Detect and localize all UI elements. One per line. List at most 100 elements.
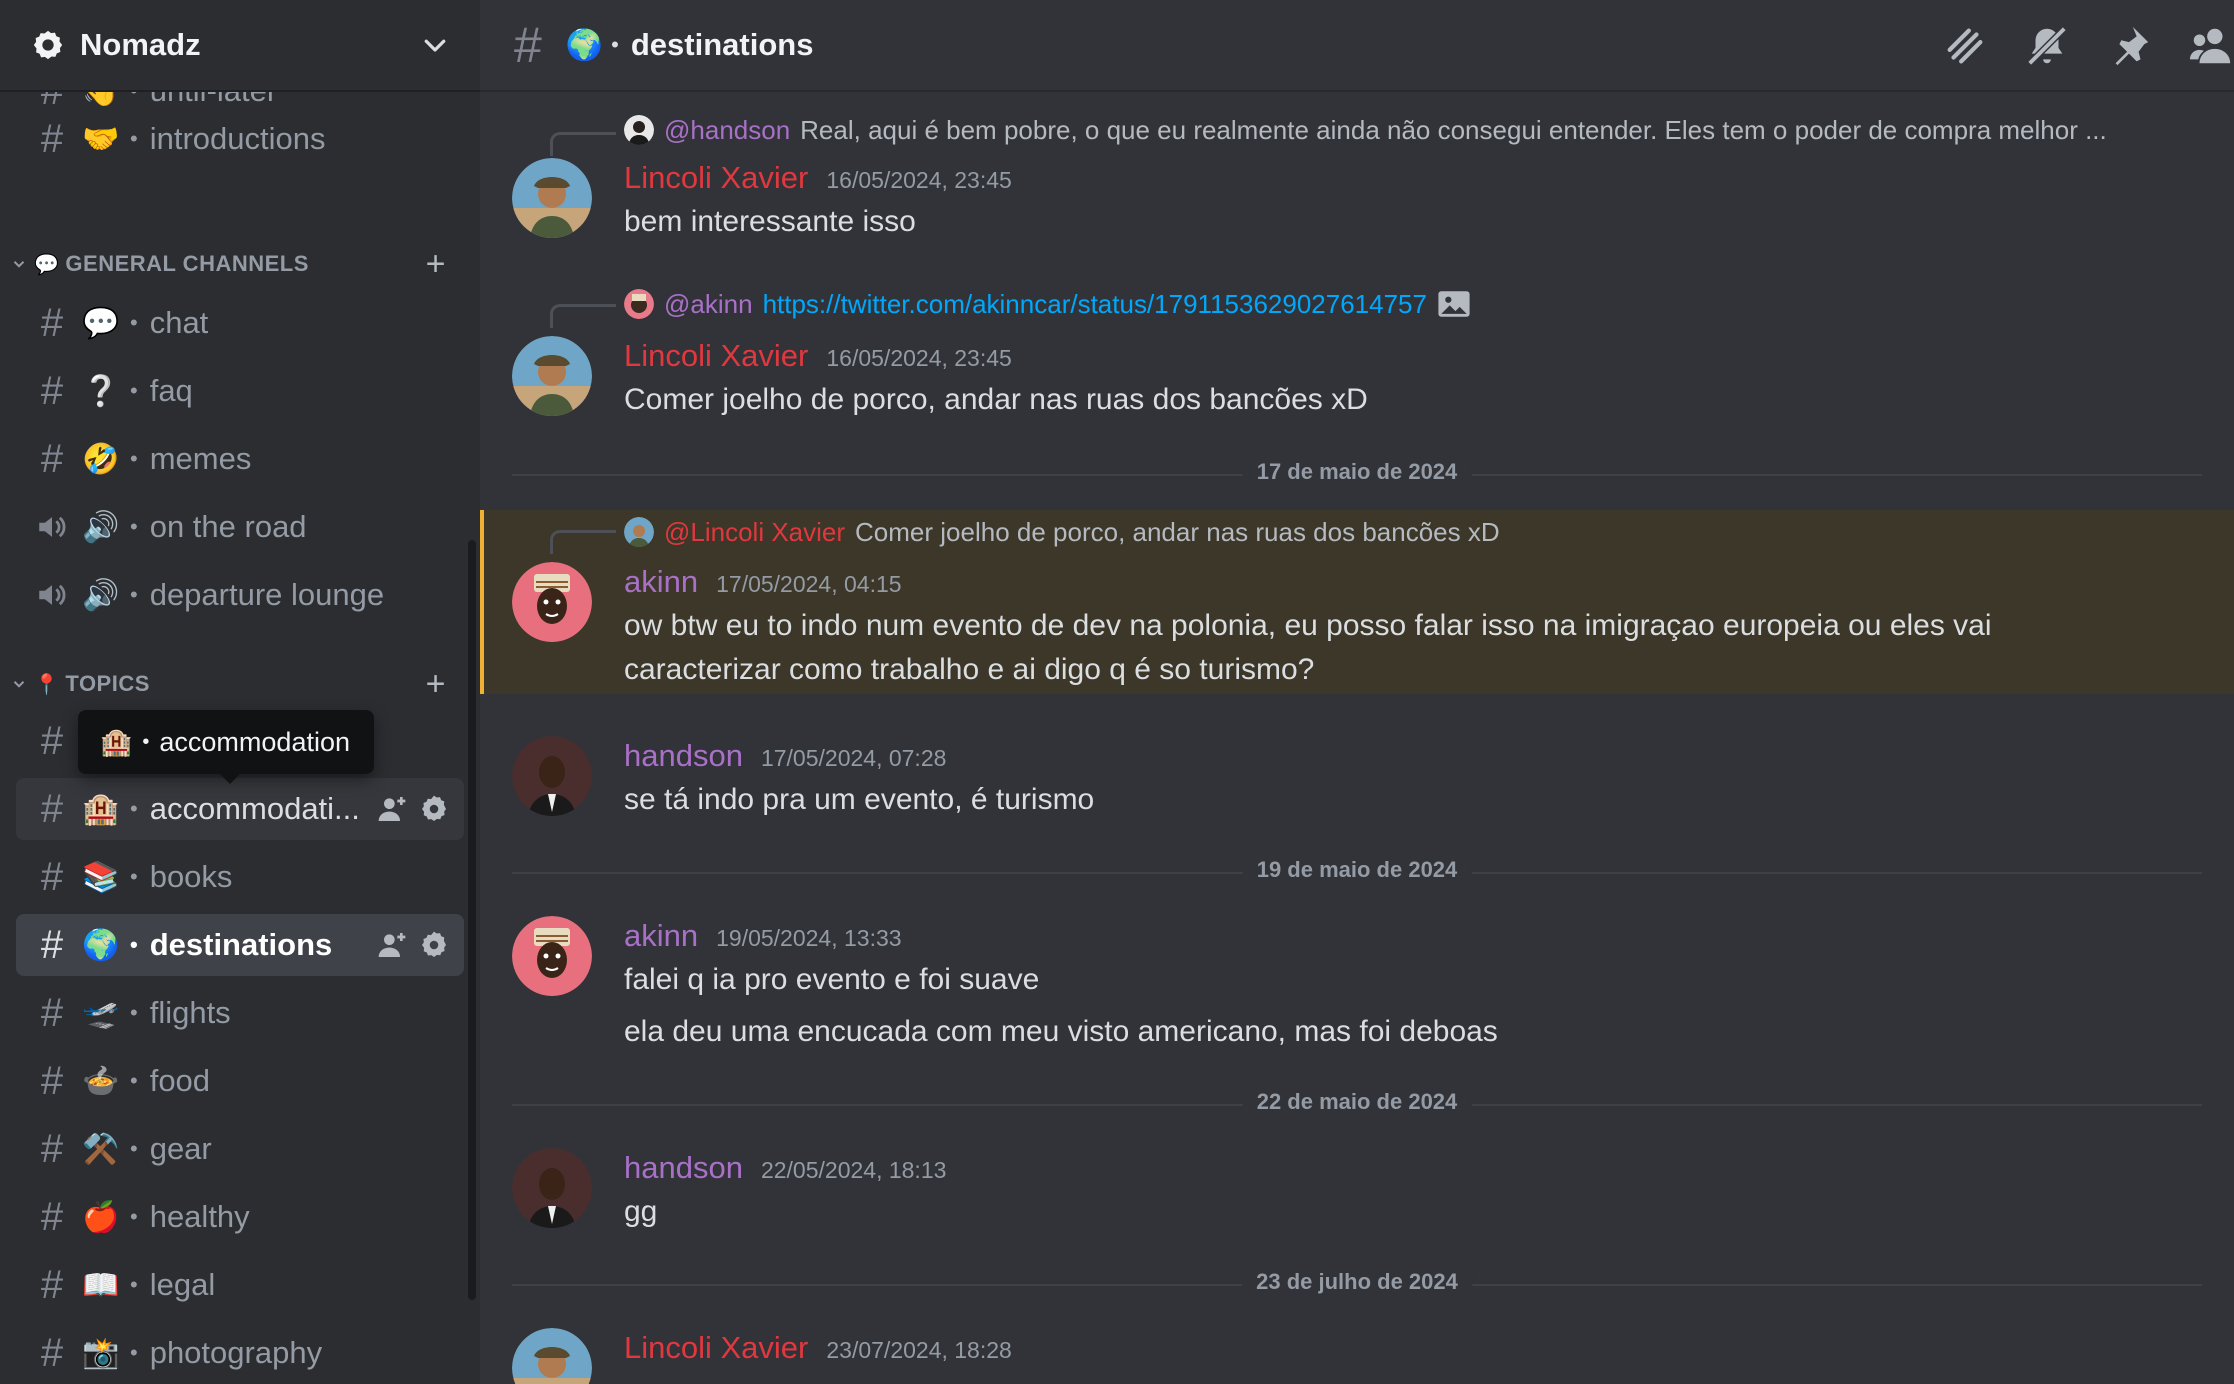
channel-header: # 🌍 • destinations: [480, 0, 2234, 92]
avatar: [624, 115, 654, 145]
gear-icon[interactable]: [418, 929, 450, 961]
channel-chat[interactable]: # 💬 • chat: [16, 292, 464, 354]
date-divider: 22 de maio de 2024: [512, 1089, 2202, 1115]
channel-books[interactable]: # 📚 • books: [16, 846, 464, 908]
username[interactable]: akinn: [624, 918, 698, 954]
channel-legal[interactable]: # 📖 • legal: [16, 1254, 464, 1316]
hotel-icon: 🏨: [82, 792, 120, 826]
question-mark-icon: ❔: [82, 374, 120, 408]
avatar[interactable]: [512, 736, 592, 816]
hash-icon: #: [40, 923, 64, 967]
reply-preview[interactable]: @akinn https://twitter.com/akinncar/stat…: [624, 286, 1471, 322]
pin-icon[interactable]: [2106, 23, 2152, 69]
chevron-down-icon: [13, 681, 25, 688]
avatar[interactable]: [512, 1328, 592, 1384]
camera-flash-icon: 📸: [82, 1336, 120, 1370]
channel-name: departure lounge: [149, 577, 385, 612]
username[interactable]: Lincoli Xavier: [624, 338, 808, 374]
channel-food[interactable]: # 🍲 • food: [16, 1050, 464, 1112]
add-channel-button[interactable]: +: [426, 665, 446, 704]
hammer-pick-icon: ⚒️: [82, 1132, 120, 1166]
hotel-icon: 🏨: [100, 726, 133, 757]
channel-flights[interactable]: # 🛫 • flights: [16, 982, 464, 1044]
timestamp: 23/07/2024, 18:28: [826, 1337, 1012, 1363]
voice-channel-departure-lounge[interactable]: 🔊 • departure lounge: [16, 564, 464, 626]
threads-icon[interactable]: [1942, 23, 1988, 69]
server-header[interactable]: Nomadz: [0, 0, 480, 92]
chevron-down-icon: [13, 261, 25, 268]
channel-introductions[interactable]: # 🤝 • introductions: [16, 108, 464, 170]
voice-channel-on-the-road[interactable]: 🔊 • on the road: [16, 496, 464, 558]
server-settings-icon: [30, 27, 66, 63]
reply-author[interactable]: @akinn: [664, 289, 753, 320]
category-general-channels[interactable]: 💬 GENERAL CHANNELS +: [0, 244, 480, 284]
channel-sidebar: Nomadz # 👋 • until-later # 🤝 • introduct…: [0, 0, 480, 1384]
hash-icon: #: [40, 301, 64, 345]
avatar[interactable]: [512, 562, 592, 642]
timestamp: 16/05/2024, 23:45: [826, 167, 1012, 193]
message-list: @handson Real, aqui é bem pobre, o que e…: [480, 92, 2234, 1384]
channel-destinations[interactable]: # 🌍 • destinations: [16, 914, 464, 976]
username[interactable]: akinn: [624, 564, 698, 600]
channel-faq[interactable]: # ❔ • faq: [16, 360, 464, 422]
message-header: Lincoli Xavier 23/07/2024, 18:28: [624, 1330, 1012, 1366]
avatar[interactable]: [512, 158, 592, 238]
invite-member-icon[interactable]: [376, 929, 408, 961]
add-channel-button[interactable]: +: [426, 245, 446, 284]
channel-accommodation[interactable]: # 🏨 • accommodati...: [16, 778, 464, 840]
username[interactable]: handson: [624, 738, 743, 774]
header-toolbar: [1942, 0, 2234, 92]
gear-icon[interactable]: [418, 793, 450, 825]
channel-tooltip: 🏨 • accommodation: [78, 710, 374, 784]
invite-member-icon[interactable]: [376, 793, 408, 825]
message-content: ow btw eu to indo num evento de dev na p…: [624, 609, 1992, 686]
message-header: akinn 19/05/2024, 13:33: [624, 918, 902, 954]
open-book-icon: 📖: [82, 1268, 120, 1302]
category-topics[interactable]: 📍 TOPICS +: [0, 664, 480, 704]
tooltip-text: accommodation: [159, 726, 350, 757]
channel-name: healthy: [149, 1199, 250, 1234]
books-icon: 📚: [82, 860, 120, 894]
message-header: handson 22/05/2024, 18:13: [624, 1150, 946, 1186]
hash-icon: #: [40, 117, 64, 161]
reply-author[interactable]: @handson: [664, 115, 790, 146]
avatar[interactable]: [512, 336, 592, 416]
globe-icon: 🌍: [82, 928, 120, 962]
speaker-emoji-icon: 🔊: [82, 510, 120, 544]
message-content: Comer joelho de porco, andar nas ruas do…: [624, 383, 1368, 416]
reply-preview[interactable]: @handson Real, aqui é bem pobre, o que e…: [624, 112, 2107, 148]
hash-icon: #: [40, 369, 64, 413]
channel-gear[interactable]: # ⚒️ • gear: [16, 1118, 464, 1180]
mute-bell-icon[interactable]: [2024, 23, 2070, 69]
reply-preview[interactable]: @Lincoli Xavier Comer joelho de porco, a…: [624, 514, 1500, 550]
category-label: TOPICS: [65, 671, 150, 696]
message-header: Lincoli Xavier 16/05/2024, 23:45: [624, 160, 1012, 196]
username[interactable]: Lincoli Xavier: [624, 1330, 808, 1366]
channel-name: legal: [149, 1267, 216, 1302]
chevron-down-icon: [424, 39, 446, 52]
channel-photography[interactable]: # 📸 • photography: [16, 1322, 464, 1384]
avatar: [624, 289, 654, 319]
avatar: [624, 517, 654, 547]
avatar[interactable]: [512, 1148, 592, 1228]
username[interactable]: Lincoli Xavier: [624, 160, 808, 196]
reply-author[interactable]: @Lincoli Xavier: [664, 517, 845, 548]
channel-healthy[interactable]: # 🍎 • healthy: [16, 1186, 464, 1248]
message-content: se tá indo pra um evento, é turismo: [624, 783, 1095, 816]
channel-name: destinations: [149, 927, 333, 962]
channel-name: flights: [149, 995, 231, 1030]
sidebar-scrollbar[interactable]: [468, 540, 476, 1300]
member-list-icon[interactable]: [2188, 23, 2234, 69]
reply-link[interactable]: https://twitter.com/akinncar/status/1791…: [763, 289, 1427, 320]
timestamp: 19/05/2024, 13:33: [716, 925, 902, 951]
message-header: Lincoli Xavier 16/05/2024, 23:45: [624, 338, 1012, 374]
timestamp: 16/05/2024, 23:45: [826, 345, 1012, 371]
username[interactable]: handson: [624, 1150, 743, 1186]
airplane-icon: 🛫: [82, 996, 120, 1030]
avatar[interactable]: [512, 916, 592, 996]
channel-memes[interactable]: # 🤣 • memes: [16, 428, 464, 490]
chat-area: # 🌍 • destinations @handson Real, aqui é…: [480, 0, 2234, 1384]
date-divider: 23 de julho de 2024: [512, 1269, 2202, 1295]
hash-icon: #: [40, 1195, 64, 1239]
channel-name: gear: [149, 1131, 212, 1166]
